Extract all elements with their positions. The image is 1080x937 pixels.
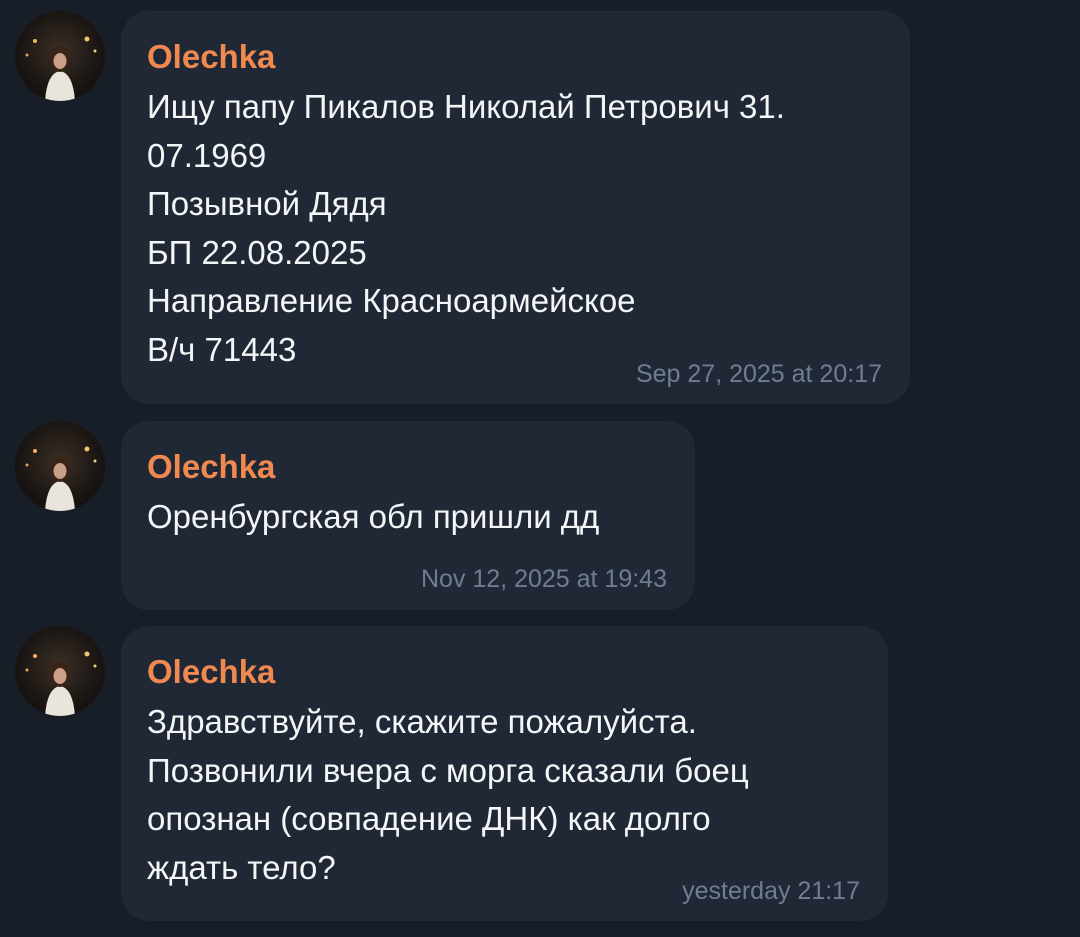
sender-name[interactable]: Olechka <box>147 652 862 692</box>
message-bubble[interactable]: Olechka Здравствуйте, скажите пожалуйста… <box>121 626 888 921</box>
avatar-photo-icon <box>25 36 97 101</box>
message-timestamp: Sep 27, 2025 at 20:17 <box>635 360 882 388</box>
chat-message-list[interactable]: Olechka Ищу папу Пикалов Николай Петрови… <box>0 0 1080 937</box>
message-bubble[interactable]: Olechka Ищу папу Пикалов Николай Петрови… <box>121 11 910 404</box>
avatar[interactable] <box>15 626 105 716</box>
sender-name[interactable]: Olechka <box>147 37 884 77</box>
avatar-photo-icon <box>25 446 97 511</box>
avatar[interactable] <box>15 421 105 511</box>
message-bubble[interactable]: Olechka Оренбургская обл пришли дд Nov 1… <box>121 421 695 610</box>
avatar-photo-icon <box>25 651 97 716</box>
message-text: Здравствуйте, скажите пожалуйста. Позвон… <box>147 703 749 886</box>
message-text: Оренбургская обл пришли дд <box>147 498 600 535</box>
message-timestamp: Nov 12, 2025 at 19:43 <box>420 565 667 593</box>
avatar[interactable] <box>15 11 105 101</box>
message-text: Ищу папу Пикалов Николай Петрович 31. 07… <box>147 88 785 368</box>
sender-name[interactable]: Olechka <box>147 447 669 487</box>
message-timestamp: yesterday 21:17 <box>682 877 860 905</box>
